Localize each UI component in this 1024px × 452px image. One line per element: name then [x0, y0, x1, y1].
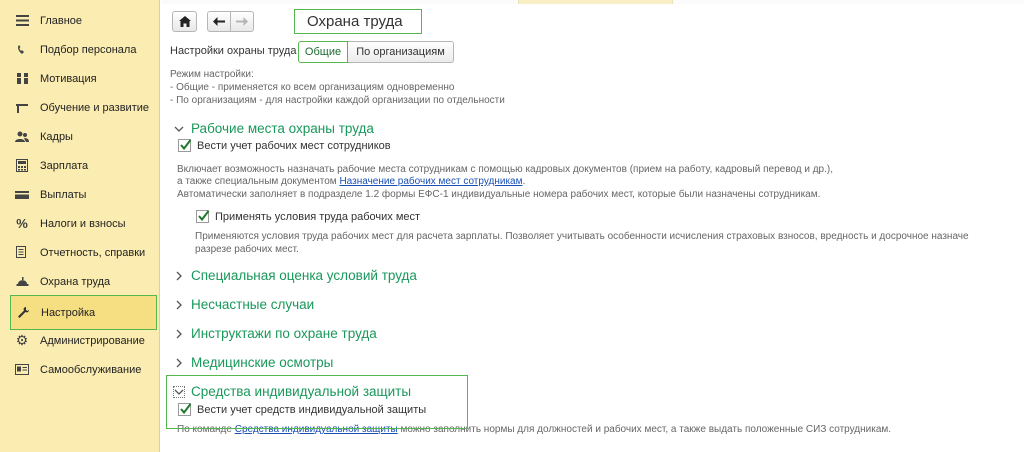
arrow-left-icon: [213, 17, 225, 26]
percent-icon: %: [16, 216, 28, 231]
chevron-down-icon: [173, 123, 185, 135]
sidebar-item-recruiting[interactable]: Подбор персонала: [0, 35, 160, 64]
mode-note-by-org: - По организациям - для настройки каждой…: [170, 95, 505, 106]
workplaces-description-1: Включает возможность назначать рабочие м…: [177, 164, 833, 175]
settings-mode-switch: Общие По организациям: [298, 41, 454, 63]
section-accidents-header[interactable]: Несчастные случаи: [173, 297, 314, 312]
settings-mode-label: Настройки охраны труда: [170, 45, 297, 57]
section-title: Специальная оценка условий труда: [191, 268, 417, 283]
headset-icon: [12, 43, 32, 56]
checkbox-label: Вести учет рабочих мест сотрудников: [197, 139, 391, 152]
section-title: Медицинские осмотры: [191, 355, 334, 370]
desc-text: а также специальным документом: [177, 176, 340, 187]
mode-note-general: - Общие - применяется ко всем организаци…: [170, 82, 455, 93]
sidebar-item-salary[interactable]: Зарплата: [0, 151, 160, 180]
wrench-icon: [13, 306, 33, 319]
sidebar: Главное Подбор персонала Мотивация Обуче…: [0, 0, 160, 452]
sidebar-item-label: Подбор персонала: [40, 43, 137, 56]
checkmark-icon: [198, 210, 210, 222]
home-icon: [178, 16, 191, 27]
sidebar-item-label: Кадры: [40, 130, 73, 143]
chevron-right-icon: [173, 270, 185, 282]
sidebar-item-label: Охрана труда: [40, 275, 111, 288]
forward-button[interactable]: [230, 11, 254, 32]
section-special-assessment-header[interactable]: Специальная оценка условий труда: [173, 268, 417, 283]
gear-icon: ⚙: [15, 332, 29, 348]
sidebar-item-payments[interactable]: Выплаты: [0, 180, 160, 209]
desc-text: можно заполнить нормы для должностей и р…: [397, 424, 892, 435]
sidebar-item-main[interactable]: Главное: [0, 6, 160, 35]
workplaces-description-3: Автоматически заполняет в подразделе 1.2…: [177, 189, 821, 200]
mode-by-organization-button[interactable]: По организациям: [348, 41, 454, 63]
sidebar-item-label: Администрирование: [40, 334, 145, 347]
mode-general-button[interactable]: Общие: [298, 41, 348, 63]
sidebar-item-label: Настройка: [41, 306, 96, 319]
section-title: Рабочие места охраны труда: [191, 121, 374, 136]
mode-note-title: Режим настройки:: [170, 69, 254, 80]
home-button[interactable]: [172, 11, 197, 32]
sidebar-item-taxes[interactable]: % Налоги и взносы: [0, 209, 160, 238]
apply-conditions-description-2: разрезе рабочих мест.: [195, 244, 299, 255]
users-icon: [12, 131, 32, 143]
sidebar-item-label: Самообслуживание: [40, 363, 142, 376]
sidebar-item-label: Зарплата: [40, 159, 89, 172]
section-title: Инструктажи по охране труда: [191, 326, 377, 341]
id-card-icon: [12, 364, 32, 375]
apply-conditions-description-1: Применяются условия труда рабочих мест д…: [195, 231, 969, 242]
graduation-cap-icon: [12, 102, 32, 114]
checkbox-box[interactable]: [178, 139, 192, 152]
wallet-icon: [12, 190, 32, 200]
workplaces-description-2: а также специальным документом Назначени…: [177, 176, 525, 188]
page-title: Охрана труда: [294, 9, 422, 34]
sidebar-item-label: Главное: [40, 14, 83, 27]
sidebar-item-labor-protection[interactable]: Охрана труда: [0, 267, 160, 296]
sidebar-item-label: Налоги и взносы: [40, 217, 126, 230]
back-button[interactable]: [207, 11, 231, 32]
sidebar-item-label: Выплаты: [40, 188, 87, 201]
apply-conditions-checkbox[interactable]: Применять условия труда рабочих мест: [196, 210, 420, 223]
report-icon: [12, 246, 32, 259]
assign-workplaces-link[interactable]: Назначение рабочих мест сотрудникам: [339, 176, 522, 187]
chevron-right-icon: [173, 299, 185, 311]
sidebar-item-motivation[interactable]: Мотивация: [0, 64, 160, 93]
sidebar-item-self-service[interactable]: Самообслуживание: [0, 355, 160, 384]
checkmark-icon: [180, 139, 192, 151]
sidebar-item-label: Мотивация: [40, 72, 97, 85]
sidebar-item-reports[interactable]: Отчетность, справки: [0, 238, 160, 267]
arrow-right-icon: [236, 17, 248, 26]
sidebar-item-label: Отчетность, справки: [40, 246, 146, 259]
sidebar-item-label: Обучение и развитие: [40, 101, 150, 114]
checkbox-box[interactable]: [196, 210, 210, 223]
sidebar-item-hr[interactable]: Кадры: [0, 122, 160, 151]
desc-text: .: [522, 176, 526, 187]
calculator-icon: [12, 159, 32, 172]
chevron-right-icon: [173, 328, 185, 340]
section-medical-header[interactable]: Медицинские осмотры: [173, 355, 333, 370]
people-icon: [12, 72, 32, 85]
section-title: Несчастные случаи: [191, 297, 315, 312]
checkbox-label: Применять условия труда рабочих мест: [215, 210, 421, 223]
hard-hat-icon: [12, 276, 32, 287]
track-workplaces-checkbox[interactable]: Вести учет рабочих мест сотрудников: [178, 139, 391, 152]
sidebar-item-administration[interactable]: ⚙ Администрирование: [0, 326, 160, 355]
highlight-frame: [166, 375, 468, 429]
section-workplaces-header[interactable]: Рабочие места охраны труда: [173, 121, 374, 136]
section-briefings-header[interactable]: Инструктажи по охране труда: [173, 326, 377, 341]
sidebar-item-settings[interactable]: Настройка: [10, 295, 157, 330]
chevron-right-icon: [173, 357, 185, 369]
sidebar-item-training[interactable]: Обучение и развитие: [0, 93, 160, 122]
menu-icon: [12, 15, 32, 26]
